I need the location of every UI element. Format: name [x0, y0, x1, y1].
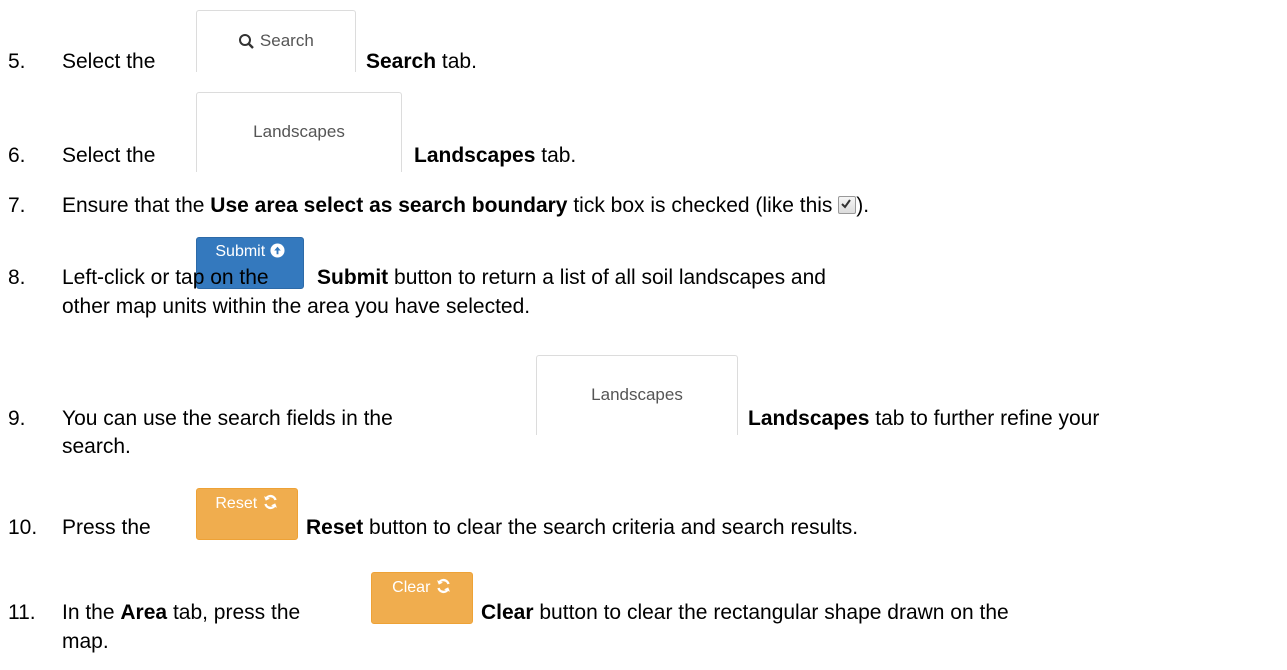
search-icon	[239, 34, 255, 49]
reset-button[interactable]: Reset	[196, 488, 298, 540]
step-text-after: Search tab.	[366, 50, 477, 73]
step-text-after: Landscapes tab.	[414, 144, 577, 167]
step-text: Left-click or tap on the	[62, 266, 269, 289]
step-number: 7.	[8, 194, 26, 217]
arrow-up-circle-icon	[270, 243, 285, 258]
step-text: Press the	[62, 516, 151, 539]
step-number: 10.	[8, 516, 38, 539]
step-number: 9.	[8, 407, 26, 430]
clear-label: Clear	[392, 579, 431, 596]
step-text: Select the	[62, 144, 156, 167]
step-text-continued: search.	[62, 435, 131, 458]
checkbox-checked-icon	[838, 196, 857, 214]
step-text-continued: map.	[62, 630, 109, 653]
search-tab-label: Search	[259, 31, 314, 50]
step-text-continued: other map units within the area you have…	[62, 295, 531, 318]
step-text: Select the	[62, 50, 156, 73]
step-text-after: Clear button to clear the rectangular sh…	[481, 601, 1009, 624]
step-number: 6.	[8, 144, 26, 167]
step-text: You can use the search fields in the	[62, 407, 393, 430]
step-number: 8.	[8, 266, 26, 289]
landscapes-tab-image[interactable]: Landscapes	[536, 355, 738, 435]
refresh-icon	[436, 578, 450, 594]
step-number: 11.	[8, 601, 36, 624]
step-text-after: Reset button to clear the search criteri…	[306, 516, 859, 539]
landscapes-tab-label: Landscapes	[591, 385, 683, 404]
refresh-icon	[263, 494, 277, 510]
step-text-after: Landscapes tab to further refine your	[748, 407, 1100, 430]
reset-label: Reset	[215, 495, 258, 512]
landscapes-tab-label: Landscapes	[253, 122, 345, 141]
step-text: In the Area tab, press the	[62, 601, 301, 624]
search-tab-image[interactable]: Search	[196, 10, 356, 72]
step-number: 5.	[8, 50, 26, 73]
step-text: Ensure that the Use area select as searc…	[62, 194, 870, 217]
submit-label: Submit	[215, 243, 266, 260]
landscapes-tab-image[interactable]: Landscapes	[196, 92, 402, 172]
step-text-after: Submit button to return a list of all so…	[317, 266, 826, 289]
clear-button[interactable]: Clear	[371, 572, 473, 624]
